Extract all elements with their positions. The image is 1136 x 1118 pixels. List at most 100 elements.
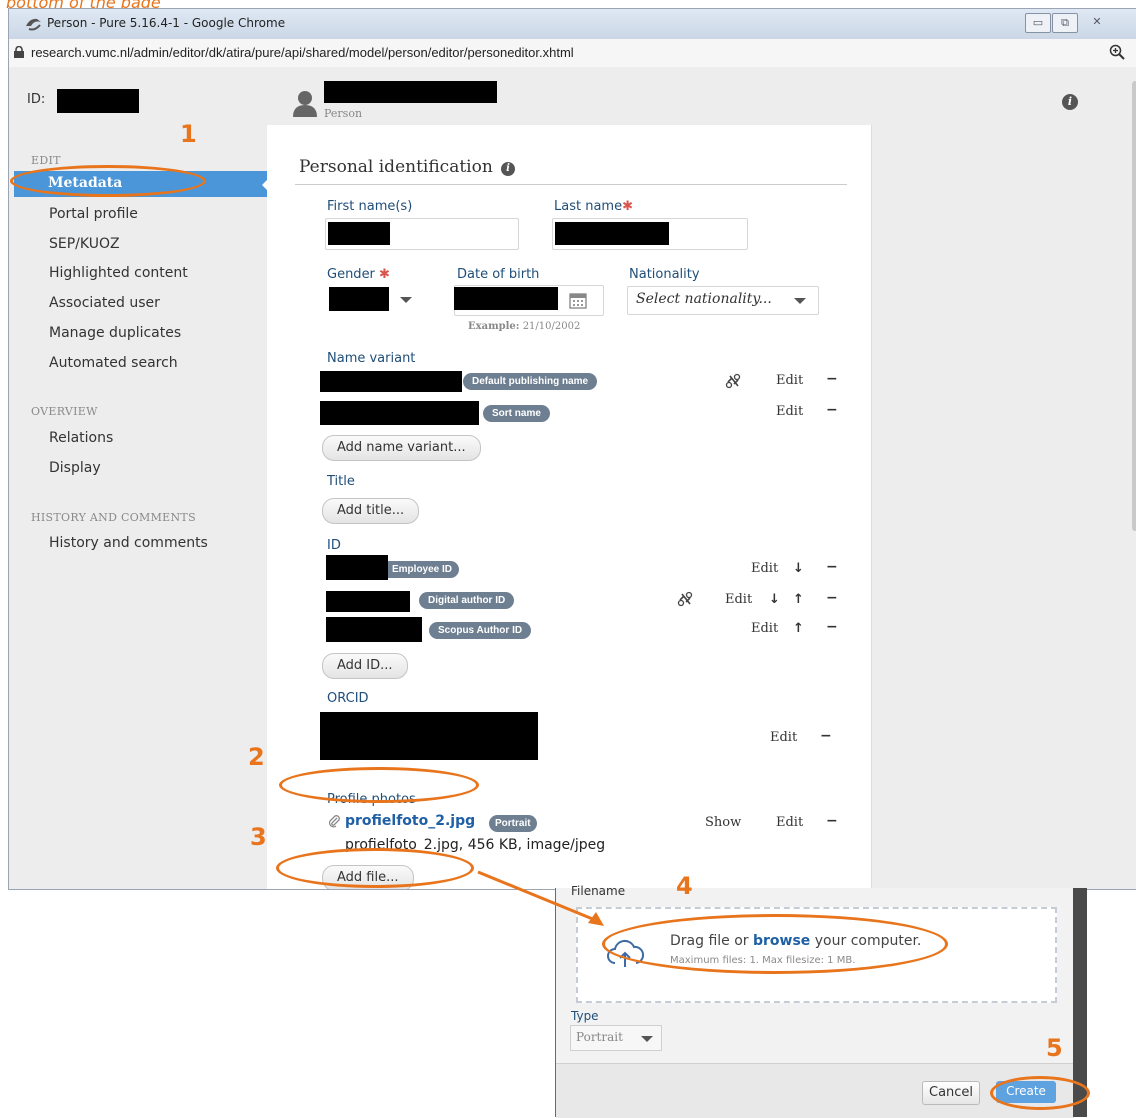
type-value: Portrait bbox=[576, 1030, 623, 1044]
sidebar: EDIT Metadata Portal profile SEP/KUOZ Hi… bbox=[9, 125, 272, 889]
move-up-id-3[interactable]: ↑ bbox=[793, 621, 804, 636]
annotation-oval-create bbox=[990, 1076, 1090, 1110]
redacted-value bbox=[320, 712, 538, 760]
redacted-value bbox=[555, 222, 669, 245]
portrait-chip: Portrait bbox=[489, 815, 537, 832]
id-label: ID: bbox=[27, 92, 46, 107]
redacted-value bbox=[326, 617, 422, 642]
close-button[interactable]: ✕ bbox=[1085, 13, 1109, 31]
id-section-label: ID bbox=[327, 538, 341, 553]
redacted-value bbox=[326, 591, 410, 612]
sidebar-heading-overview: OVERVIEW bbox=[31, 405, 98, 418]
show-photo[interactable]: Show bbox=[705, 815, 741, 830]
zoom-icon[interactable] bbox=[1109, 44, 1125, 60]
annotation-oval-profile-photos bbox=[279, 767, 479, 803]
chevron-down-icon bbox=[641, 1036, 653, 1042]
browser-window: Person - Pure 5.16.4-1 - Google Chrome ▭… bbox=[8, 8, 1136, 890]
edit-photo[interactable]: Edit bbox=[776, 815, 803, 830]
first-name-label: First name(s) bbox=[327, 199, 413, 214]
sidebar-item-associated-user[interactable]: Associated user bbox=[49, 295, 160, 311]
sidebar-item-automated-search[interactable]: Automated search bbox=[49, 355, 178, 371]
nationality-placeholder: Select nationality... bbox=[636, 291, 772, 307]
edit-orcid[interactable]: Edit bbox=[770, 730, 797, 745]
sidebar-item-portal-profile[interactable]: Portal profile bbox=[49, 206, 138, 222]
paperclip-icon bbox=[328, 815, 340, 828]
type-select[interactable]: Portrait bbox=[570, 1025, 662, 1051]
header-subtitle: Person bbox=[324, 107, 363, 120]
annotation-oval-add-file bbox=[276, 848, 474, 888]
url-text[interactable]: research.vumc.nl/admin/editor/dk/atira/p… bbox=[31, 45, 574, 60]
lock-icon bbox=[14, 46, 24, 58]
unlink-icon[interactable] bbox=[725, 373, 741, 389]
type-label: Type bbox=[571, 1009, 599, 1023]
sidebar-item-history-comments[interactable]: History and comments bbox=[49, 535, 208, 551]
sidebar-heading-history: HISTORY AND COMMENTS bbox=[31, 511, 196, 524]
address-bar[interactable]: research.vumc.nl/admin/editor/dk/atira/p… bbox=[9, 39, 1136, 68]
sidebar-item-manage-duplicates[interactable]: Manage duplicates bbox=[49, 325, 181, 341]
info-icon[interactable]: i bbox=[1062, 94, 1078, 110]
cancel-button[interactable]: Cancel bbox=[922, 1081, 981, 1105]
edit-name-variant-2[interactable]: Edit bbox=[776, 404, 803, 419]
add-name-variant-button[interactable]: Add name variant... bbox=[322, 435, 481, 461]
section-info-icon[interactable]: i bbox=[501, 162, 515, 176]
minimize-button[interactable]: ▭ bbox=[1025, 13, 1051, 33]
remove-photo[interactable]: − bbox=[826, 813, 838, 829]
default-publishing-chip: Default publishing name bbox=[463, 373, 598, 390]
last-name-label: Last name✱ bbox=[554, 199, 633, 214]
title-label: Title bbox=[327, 474, 355, 489]
last-name-field[interactable] bbox=[552, 218, 748, 250]
nationality-select[interactable]: Select nationality... bbox=[627, 286, 819, 315]
chevron-down-icon bbox=[794, 298, 806, 304]
employee-id-chip: Employee ID bbox=[388, 561, 460, 578]
sidebar-item-relations[interactable]: Relations bbox=[49, 430, 113, 446]
sort-name-chip: Sort name bbox=[483, 405, 550, 422]
photo-file-link[interactable]: profielfoto_2.jpg bbox=[345, 813, 475, 829]
dob-field[interactable] bbox=[454, 285, 604, 316]
gender-label: Gender ✱ bbox=[327, 267, 390, 282]
right-pane bbox=[871, 81, 1136, 889]
edit-id-1[interactable]: Edit bbox=[751, 561, 778, 576]
annotation-2: 2 bbox=[248, 743, 265, 771]
redacted-id bbox=[57, 89, 139, 113]
calendar-icon[interactable] bbox=[569, 291, 587, 309]
redacted-name bbox=[324, 81, 497, 103]
annotation-oval-metadata bbox=[10, 165, 206, 197]
add-id-button[interactable]: Add ID... bbox=[322, 653, 408, 679]
sidebar-item-highlighted-content[interactable]: Highlighted content bbox=[49, 265, 188, 281]
person-icon bbox=[293, 91, 317, 117]
add-title-button[interactable]: Add title... bbox=[322, 498, 420, 524]
remove-name-variant-2[interactable]: − bbox=[826, 402, 838, 418]
edit-id-2[interactable]: Edit bbox=[725, 592, 752, 607]
remove-id-3[interactable]: − bbox=[826, 619, 838, 635]
edit-name-variant-1[interactable]: Edit bbox=[776, 373, 803, 388]
redacted-value bbox=[454, 287, 558, 310]
editor-header: ID: Person i bbox=[9, 67, 1136, 126]
name-variant-label: Name variant bbox=[327, 351, 416, 366]
unlink-icon[interactable] bbox=[677, 591, 693, 607]
annotation-5: 5 bbox=[1046, 1034, 1063, 1062]
gender-select[interactable] bbox=[325, 285, 425, 313]
redacted-value bbox=[329, 287, 389, 311]
scopus-author-id-chip: Scopus Author ID bbox=[429, 622, 532, 639]
dob-label: Date of birth bbox=[457, 267, 540, 282]
redacted-value bbox=[328, 222, 390, 245]
maximize-button[interactable]: ⧉ bbox=[1052, 13, 1078, 33]
remove-name-variant-1[interactable]: − bbox=[826, 371, 838, 387]
remove-id-2[interactable]: − bbox=[826, 590, 838, 606]
title-bar: Person - Pure 5.16.4-1 - Google Chrome ▭… bbox=[9, 9, 1136, 39]
redacted-value bbox=[320, 371, 462, 392]
filename-label: Filename bbox=[571, 884, 626, 898]
remove-id-1[interactable]: − bbox=[826, 559, 838, 575]
move-down-id-2[interactable]: ↓ bbox=[769, 592, 780, 607]
sidebar-item-sep-kuoz[interactable]: SEP/KUOZ bbox=[49, 236, 120, 252]
move-down-id-1[interactable]: ↓ bbox=[793, 561, 804, 576]
annotation-4: 4 bbox=[676, 872, 693, 900]
first-name-field[interactable] bbox=[325, 218, 519, 250]
edit-id-3[interactable]: Edit bbox=[751, 621, 778, 636]
sidebar-item-display[interactable]: Display bbox=[49, 460, 101, 476]
move-up-id-2[interactable]: ↑ bbox=[793, 592, 804, 607]
scrollbar[interactable] bbox=[1132, 81, 1136, 531]
remove-orcid[interactable]: − bbox=[820, 728, 832, 744]
redacted-value bbox=[320, 401, 479, 425]
section-divider bbox=[295, 184, 847, 185]
